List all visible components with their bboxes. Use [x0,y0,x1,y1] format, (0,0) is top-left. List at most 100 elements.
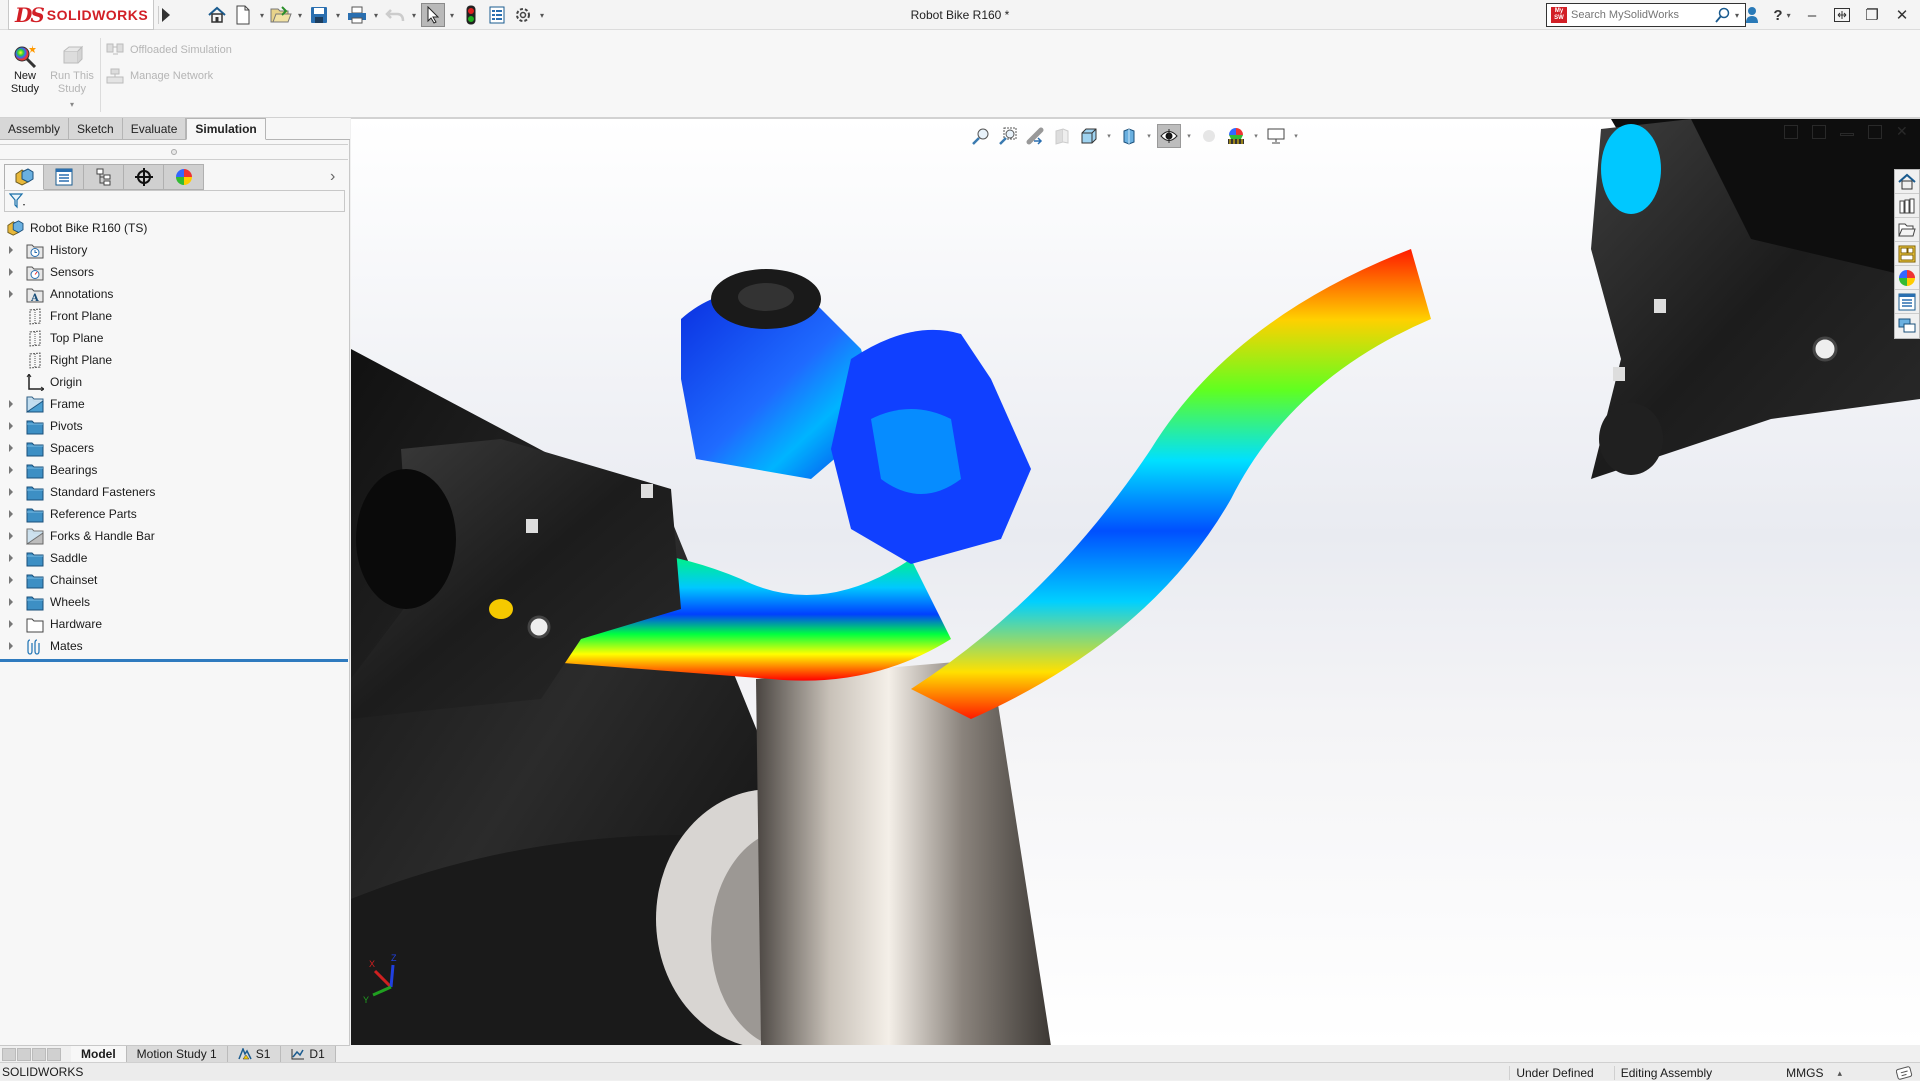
design-library-tab[interactable] [1895,194,1919,218]
expand-arrow-icon[interactable] [0,576,22,584]
tree-item-mates[interactable]: Mates [0,635,348,657]
model-render[interactable] [351,119,1920,1045]
expand-arrow-icon[interactable] [0,268,22,276]
search-icon[interactable] [1715,7,1731,23]
tree-item-frame[interactable]: Frame [0,393,348,415]
tree-item-bearings[interactable]: Bearings [0,459,348,481]
display-style-button[interactable] [1117,124,1141,148]
save-dropdown[interactable]: ▾ [333,3,343,27]
open-dropdown[interactable]: ▾ [295,3,305,27]
tree-item-right-plane[interactable]: Right Plane [0,349,348,371]
apply-scene-dropdown[interactable]: ▾ [1251,124,1261,148]
expand-arrow-icon[interactable] [0,598,22,606]
expand-arrow-icon[interactable] [0,620,22,628]
menu-expand-button[interactable] [158,6,172,24]
user-button[interactable] [1742,4,1762,26]
tab-motion-study-1[interactable]: Motion Study 1 [126,1045,228,1063]
units-arrow-icon[interactable]: ▴ [1837,1068,1842,1079]
dimxpertmanager-tab[interactable] [124,164,164,190]
tab-s1[interactable]: S1 [227,1045,282,1063]
search-dropdown[interactable]: ▾ [1735,11,1739,20]
solidworks-logo[interactable]: DS SOLIDWORKS [8,0,154,30]
print-button[interactable] [345,3,369,27]
tree-item-sensors[interactable]: Sensors [0,261,348,283]
tree-item-top-plane[interactable]: Top Plane [0,327,348,349]
displaymanager-tab[interactable] [164,164,204,190]
expand-arrow-icon[interactable] [0,400,22,408]
panel-splitter[interactable] [0,144,348,160]
tree-item-saddle[interactable]: Saddle [0,547,348,569]
tree-item-reference-parts[interactable]: Reference Parts [0,503,348,525]
hide-show-dropdown[interactable]: ▾ [1184,124,1194,148]
tree-item-front-plane[interactable]: Front Plane [0,305,348,327]
tab-sketch[interactable]: Sketch [69,118,123,140]
search-input[interactable] [1571,9,1711,21]
expand-arrow-icon[interactable] [0,488,22,496]
tab-d1[interactable]: D1 [281,1045,336,1063]
tab-assembly[interactable]: Assembly [0,118,70,140]
tree-item-forks-handle-bar[interactable]: Forks & Handle Bar [0,525,348,547]
new-dropdown[interactable]: ▾ [257,3,267,27]
manage-network-button[interactable]: Manage Network [106,66,213,86]
tab-simulation[interactable]: Simulation [186,118,266,140]
restore-button[interactable]: ❐ [1862,4,1882,26]
viewport-close-icon[interactable]: ✕ [1896,124,1910,139]
expand-arrow-icon[interactable] [0,554,22,562]
tree-item-hardware[interactable]: Hardware [0,613,348,635]
zoom-to-area-button[interactable] [996,124,1020,148]
options-button[interactable] [511,3,535,27]
expand-arrow-icon[interactable] [0,290,22,298]
apply-scene-button[interactable] [1224,124,1248,148]
expand-arrow-icon[interactable] [0,642,22,650]
undo-button[interactable] [383,3,407,27]
split-vertical-icon[interactable] [1784,125,1798,139]
fullscreen-button[interactable] [1832,4,1852,26]
tree-item-origin[interactable]: Origin [0,371,348,393]
last-tab-button[interactable] [47,1047,61,1061]
run-this-study-button[interactable]: Run This Study ▾ [50,44,94,111]
search-mysolidworks[interactable]: MySW ▾ [1546,3,1746,27]
select-button[interactable] [421,3,445,27]
featuremanager-tab[interactable] [4,164,44,190]
expand-arrow-icon[interactable] [0,466,22,474]
new-document-button[interactable] [231,3,255,27]
viewport-minimize-icon[interactable] [1840,133,1854,136]
minimize-button[interactable]: – [1802,4,1822,26]
viewport-restore-icon[interactable] [1868,125,1882,139]
expand-arrow-icon[interactable] [0,444,22,452]
select-dropdown[interactable]: ▾ [447,3,457,27]
view-settings-button[interactable] [1264,124,1288,148]
previous-tab-button[interactable] [17,1047,31,1061]
split-horizontal-icon[interactable] [1812,125,1826,139]
new-study-button[interactable]: New Study [3,44,47,96]
first-tab-button[interactable] [2,1047,16,1061]
configurationmanager-tab[interactable] [84,164,124,190]
expand-arrow-icon[interactable] [0,510,22,518]
custom-properties-tab[interactable] [1895,290,1919,314]
options-dropdown[interactable]: ▾ [537,3,547,27]
tree-item-pivots[interactable]: Pivots [0,415,348,437]
tree-item-spacers[interactable]: Spacers [0,437,348,459]
tree-item-standard-fasteners[interactable]: Standard Fasteners [0,481,348,503]
view-palette-tab[interactable] [1895,242,1919,266]
offloaded-simulation-button[interactable]: Offloaded Simulation [106,40,232,60]
tree-filter[interactable] [4,190,345,212]
undo-dropdown[interactable]: ▾ [409,3,419,27]
solidworks-resources-tab[interactable] [1895,170,1919,194]
view-orientation-dropdown[interactable]: ▾ [1104,124,1114,148]
file-explorer-tab[interactable] [1895,218,1919,242]
expand-arrow-icon[interactable] [0,532,22,540]
forum-tab[interactable] [1895,314,1919,338]
propertymanager-tab[interactable] [44,164,84,190]
graphics-area[interactable]: ▾ ▾ ▾ ▾ ▾ ✕ X Z Y [351,118,1920,1045]
next-tab-button[interactable] [32,1047,46,1061]
view-orientation-button[interactable] [1077,124,1101,148]
home-button[interactable] [205,3,229,27]
run-study-dropdown[interactable]: ▾ [50,98,94,111]
chevron-right-icon[interactable]: › [330,168,335,186]
tree-root[interactable]: Robot Bike R160 (TS) [0,217,348,239]
display-style-dropdown[interactable]: ▾ [1144,124,1154,148]
tree-rollback-bar[interactable] [0,659,348,662]
rebuild-button[interactable] [459,3,483,27]
tree-item-wheels[interactable]: Wheels [0,591,348,613]
